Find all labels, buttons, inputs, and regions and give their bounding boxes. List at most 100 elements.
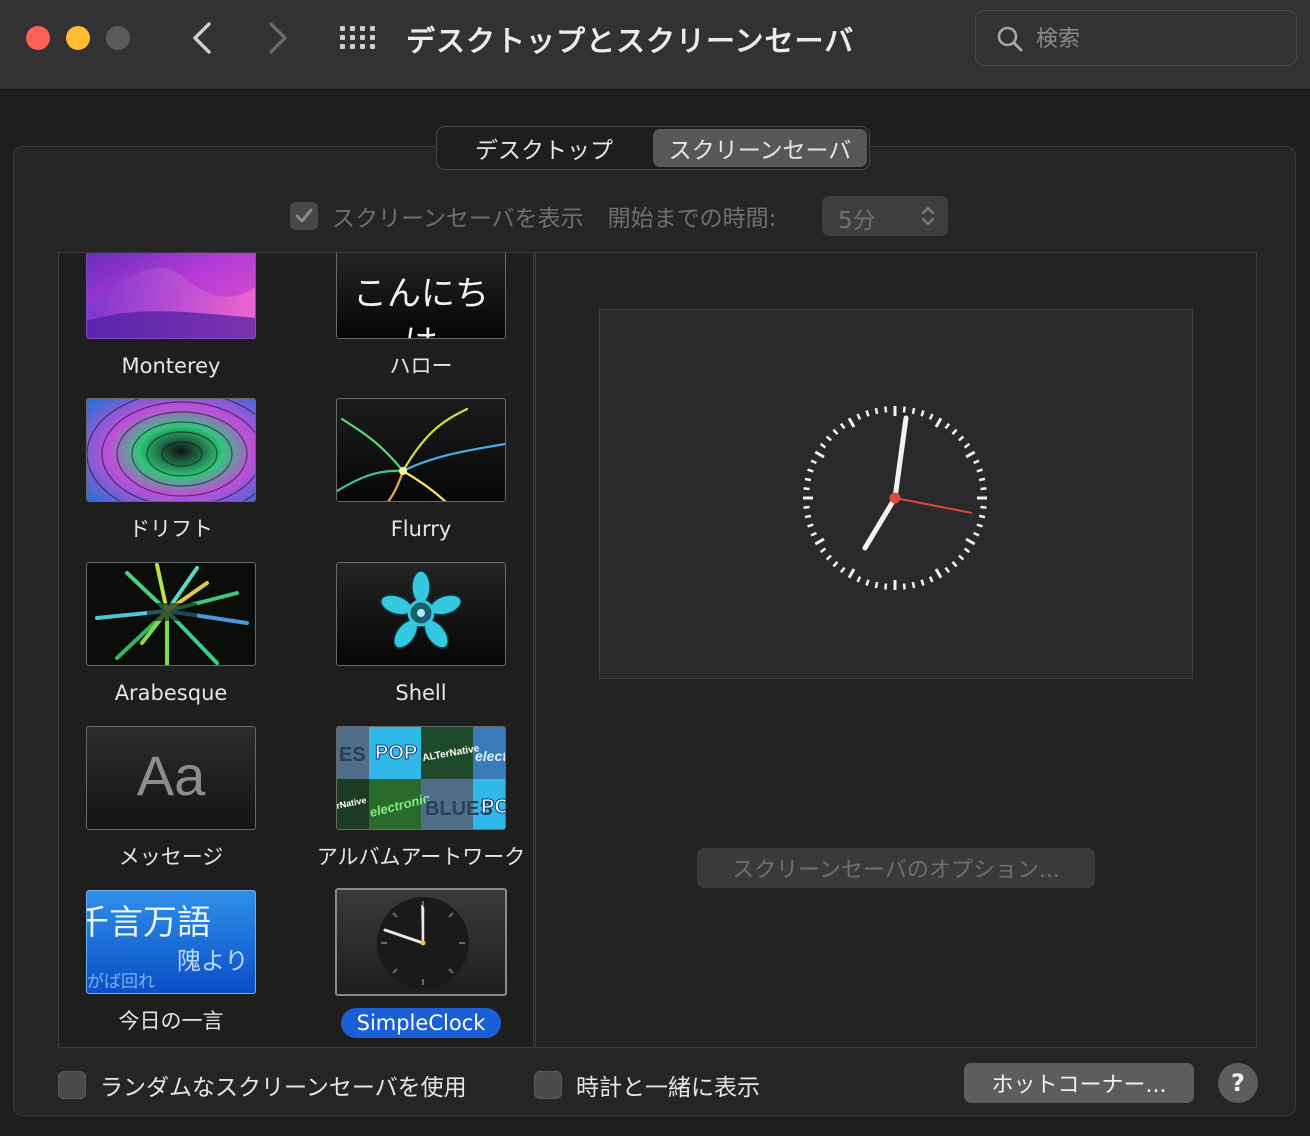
title-bar: デスクトップとスクリーンセーバ [0, 0, 1310, 90]
monterey-thumbnail [86, 253, 256, 339]
saver-label: Monterey [121, 354, 221, 378]
word-text-3: がば回れ [87, 972, 155, 992]
clock-tick [856, 413, 862, 420]
close-button[interactable] [26, 26, 50, 50]
clock-tick [814, 450, 825, 459]
random-screensaver-option[interactable]: ランダムなスクリーンセーバを使用 [58, 1068, 467, 1102]
clock-tick [920, 410, 925, 417]
clock-tick [980, 505, 987, 509]
clock-tick [978, 514, 986, 519]
saver-monterey[interactable]: Monterey [61, 253, 281, 381]
zoom-button[interactable] [106, 26, 130, 50]
saver-label: ドリフト [129, 517, 213, 541]
chevron-right-icon [269, 22, 287, 54]
clock-tick [884, 406, 888, 413]
clock-tick [944, 566, 951, 574]
clock-tick [839, 566, 846, 574]
minimize-button[interactable] [66, 26, 90, 50]
clock-tick [978, 477, 986, 482]
clock-tick [911, 407, 916, 415]
random-screensaver-checkbox[interactable] [58, 1071, 86, 1099]
clock-tick [965, 537, 976, 546]
clock-tick [803, 487, 810, 491]
clock-tick [934, 568, 943, 579]
tab-screensaver[interactable]: スクリーンセーバ [653, 129, 867, 167]
clock-preview [803, 406, 987, 590]
clock-tick [902, 406, 906, 413]
saver-album-artwork[interactable]: ES POP ALTerNative electr rNative electr… [311, 726, 531, 872]
saver-label: SimpleClock [340, 1008, 502, 1038]
forward-button[interactable] [258, 18, 298, 58]
clock-tick [807, 468, 814, 473]
screensaver-options-button[interactable]: スクリーンセーバのオプション... [697, 848, 1095, 888]
clock-tick [980, 487, 987, 491]
random-screensaver-label: ランダムなスクリーンセーバを使用 [100, 1075, 467, 1101]
back-button[interactable] [182, 18, 222, 58]
start-after-popup[interactable]: 5分 [822, 196, 948, 236]
saver-label: メッセージ [118, 845, 224, 869]
search-input[interactable] [1036, 23, 1276, 55]
album-text-1: ES [339, 744, 366, 766]
simpleclock-thumbnail [335, 888, 507, 996]
album-text-8: PO [481, 796, 506, 818]
screensaver-options-row: スクリーンセーバを表示 開始までの時間: [290, 196, 776, 236]
saver-arabesque[interactable]: Arabesque [61, 562, 281, 708]
show-with-clock-option[interactable]: 時計と一緒に表示 [534, 1068, 760, 1102]
clock-tick [973, 459, 980, 465]
show-screensaver-checkbox[interactable] [290, 202, 318, 230]
hello-thumbnail: こんにちは [336, 253, 506, 339]
search-field[interactable] [975, 10, 1297, 66]
clock-tick [963, 547, 971, 554]
album-artwork-thumbnail: ES POP ALTerNative electr rNative electr… [336, 726, 506, 830]
flurry-thumbnail [336, 398, 506, 502]
screensaver-preview [599, 309, 1193, 679]
clock-tick [819, 442, 827, 449]
start-after-value: 5分 [838, 208, 876, 234]
saver-simpleclock[interactable]: SimpleClock [311, 888, 531, 1038]
clock-tick [951, 561, 958, 568]
show-all-button[interactable] [338, 24, 378, 52]
show-with-clock-checkbox[interactable] [534, 1071, 562, 1099]
show-with-clock-label: 時計と一緒に表示 [576, 1075, 760, 1101]
clock-tick [874, 407, 879, 415]
saver-word-of-day[interactable]: 千言万語 隗より がば回れ 今日の一言 [61, 890, 281, 1036]
clock-tick [832, 561, 839, 568]
saver-label: Arabesque [114, 681, 228, 705]
clock-tick [804, 514, 812, 519]
clock-tick [928, 576, 934, 583]
search-icon [997, 26, 1023, 52]
message-thumbnail-text: Aa [136, 744, 206, 807]
clock-tick [847, 568, 856, 579]
clock-tick [958, 435, 965, 442]
clock-tick [928, 413, 934, 420]
saver-message[interactable]: Aa メッセージ [61, 726, 281, 872]
tab-desktop[interactable]: デスクトップ [437, 127, 651, 169]
clock-tick [976, 468, 983, 473]
screensaver-list[interactable]: Monterey こんにちは ハロー ドリフト [58, 252, 534, 1048]
clock-tick [825, 435, 832, 442]
grid-icon [340, 26, 375, 49]
saver-label: Flurry [390, 517, 452, 541]
help-button[interactable]: ? [1218, 1063, 1258, 1103]
clock-tick [839, 422, 846, 430]
clock-tick [920, 579, 925, 586]
clock-tick [825, 554, 832, 561]
clock-tick [958, 554, 965, 561]
saver-drift[interactable]: ドリフト [61, 398, 281, 544]
saver-label: ハロー [389, 354, 453, 378]
clock-tick [865, 579, 870, 586]
saver-hello[interactable]: こんにちは ハロー [311, 253, 531, 381]
saver-label: Shell [395, 681, 447, 705]
word-of-day-thumbnail: 千言万語 隗より がば回れ [86, 890, 256, 994]
hot-corners-button[interactable]: ホットコーナー... [964, 1063, 1194, 1103]
saver-label: 今日の一言 [118, 1009, 224, 1033]
clock-tick [807, 523, 814, 528]
clock-tick [973, 531, 980, 537]
clock-tick [902, 583, 906, 590]
drift-thumbnail [86, 398, 256, 502]
clock-tick [832, 428, 839, 435]
saver-shell[interactable]: Shell [311, 562, 531, 708]
show-screensaver-label: スクリーンセーバを表示 [332, 206, 584, 232]
clock-tick [810, 459, 817, 465]
saver-flurry[interactable]: Flurry [311, 398, 531, 544]
